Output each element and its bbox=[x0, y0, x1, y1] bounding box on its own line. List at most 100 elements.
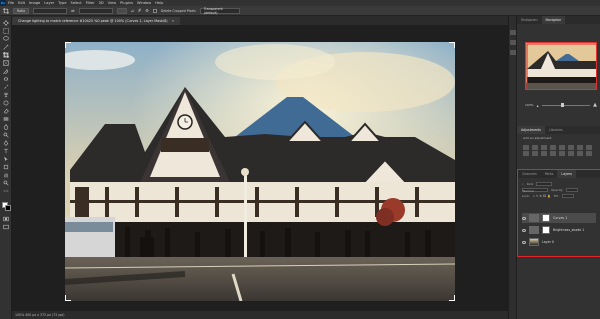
zoom-slider-knob[interactable] bbox=[561, 103, 564, 107]
lasso-tool-icon[interactable] bbox=[3, 36, 9, 42]
station-photo bbox=[65, 42, 455, 301]
move-tool-icon[interactable] bbox=[3, 20, 9, 26]
blend-mode-select[interactable]: Normal bbox=[522, 187, 548, 193]
healing-brush-tool-icon[interactable] bbox=[3, 76, 9, 82]
ratio-height-input[interactable] bbox=[78, 7, 113, 14]
type-tool-icon[interactable] bbox=[3, 148, 9, 154]
color-balance-icon[interactable] bbox=[577, 145, 583, 150]
crop-handle-top-right[interactable] bbox=[449, 42, 455, 48]
layers-panel-tabs: Channels Paths Layers bbox=[518, 170, 600, 178]
layer-row[interactable]: Brightness_shade 1 bbox=[522, 225, 596, 235]
hue-saturation-icon[interactable] bbox=[568, 145, 574, 150]
brightness-contrast-icon[interactable] bbox=[523, 145, 529, 150]
layer-name[interactable]: Curves 1 bbox=[553, 216, 567, 220]
tab-channels[interactable]: Channels bbox=[518, 170, 541, 178]
visibility-eye-icon[interactable] bbox=[522, 216, 526, 220]
rectangle-tool-icon[interactable] bbox=[3, 164, 9, 170]
overlay-grid-icon[interactable]: # bbox=[138, 8, 141, 13]
ratio-select[interactable]: Ratio bbox=[13, 7, 30, 14]
vibrance-icon[interactable] bbox=[559, 145, 565, 150]
screen-mode-icon[interactable] bbox=[3, 224, 9, 230]
blur-tool-icon[interactable] bbox=[3, 124, 9, 130]
quick-mask-icon[interactable] bbox=[3, 216, 9, 222]
tab-histogram[interactable]: Histogram bbox=[517, 16, 542, 24]
adjustment-icons-grid bbox=[517, 142, 600, 159]
lock-label: Lock: bbox=[522, 193, 530, 198]
adjustments-panel: Adjustments Libraries Add an adjustment bbox=[517, 126, 600, 166]
marquee-tool-icon[interactable] bbox=[3, 28, 9, 34]
tab-libraries[interactable]: Libraries bbox=[545, 126, 567, 134]
crop-tool-icon-active[interactable] bbox=[3, 52, 9, 58]
navigator-thumbnail[interactable] bbox=[525, 42, 597, 90]
swap-icon[interactable]: ⇄ bbox=[71, 8, 74, 13]
dodge-tool-icon[interactable] bbox=[3, 132, 9, 138]
lock-icons[interactable]: ▫ ✎ ✥ ⌧ 🔒 bbox=[533, 194, 551, 198]
black-white-icon[interactable] bbox=[586, 145, 592, 150]
options-bar: Ratio ⇄ ⊿ # ⚙ Delete Cropped Pixels Tran… bbox=[0, 6, 600, 16]
layer-row[interactable]: Layer 0 bbox=[522, 237, 596, 247]
crop-handle-top-left[interactable] bbox=[65, 42, 71, 48]
photo-filter-icon[interactable] bbox=[523, 151, 529, 156]
filter-kind-select[interactable] bbox=[536, 181, 553, 186]
history-brush-tool-icon[interactable] bbox=[3, 100, 9, 106]
document-image[interactable] bbox=[65, 42, 455, 301]
clear-button[interactable] bbox=[116, 7, 127, 14]
color-lookup-icon[interactable] bbox=[541, 151, 547, 156]
tab-layers[interactable]: Layers bbox=[557, 170, 576, 178]
levels-icon[interactable] bbox=[532, 145, 538, 150]
layer-mask-thumbnail[interactable] bbox=[542, 214, 550, 222]
opacity-input[interactable] bbox=[566, 187, 579, 192]
fill-input[interactable] bbox=[561, 193, 574, 198]
clone-stamp-tool-icon[interactable] bbox=[3, 92, 9, 98]
filter-kind-label[interactable]: Kind bbox=[527, 182, 534, 186]
visibility-eye-icon[interactable] bbox=[522, 240, 526, 244]
navigator-zoom-value[interactable]: 100% bbox=[525, 103, 534, 107]
lock-row: Lock: ▫ ✎ ✥ ⌧ 🔒 Fill: bbox=[522, 193, 574, 198]
channel-mixer-icon[interactable] bbox=[532, 151, 538, 156]
frame-tool-icon[interactable] bbox=[3, 60, 9, 66]
tab-adjustments[interactable]: Adjustments bbox=[517, 126, 545, 134]
layer-mask-thumbnail[interactable] bbox=[542, 226, 550, 234]
zoom-out-icon[interactable]: ▴ bbox=[537, 103, 539, 108]
layer-name[interactable]: Layer 0 bbox=[542, 240, 554, 244]
crop-tool-icon[interactable] bbox=[3, 7, 9, 14]
document-tab[interactable]: Change lighting to match reference #1042… bbox=[12, 17, 181, 25]
gradient-map-icon[interactable] bbox=[577, 151, 583, 156]
more-tools-icon[interactable] bbox=[3, 188, 9, 194]
posterize-icon[interactable] bbox=[559, 151, 565, 156]
zoom-tool-icon[interactable] bbox=[3, 180, 9, 186]
gradient-tool-icon[interactable] bbox=[3, 116, 9, 122]
delete-cropped-checkbox[interactable] bbox=[152, 8, 157, 13]
tab-navigator[interactable]: Navigator bbox=[541, 16, 566, 24]
path-selection-tool-icon[interactable] bbox=[3, 156, 9, 162]
brush-tool-icon[interactable] bbox=[3, 84, 9, 90]
invert-icon[interactable] bbox=[550, 151, 556, 156]
eyedropper-tool-icon[interactable] bbox=[3, 68, 9, 76]
zoom-slider[interactable] bbox=[541, 103, 591, 107]
zoom-in-icon[interactable]: ▲ bbox=[593, 102, 597, 108]
straighten-icon[interactable]: ⊿ bbox=[131, 8, 134, 13]
layer-row[interactable]: Curves 1 bbox=[522, 213, 596, 223]
fill-select[interactable]: Transparent (default) bbox=[199, 7, 240, 15]
crop-handle-bottom-right[interactable] bbox=[449, 295, 455, 301]
selective-color-icon[interactable] bbox=[586, 151, 592, 156]
exposure-icon[interactable] bbox=[550, 145, 556, 150]
visibility-eye-icon[interactable] bbox=[522, 228, 526, 232]
close-tab-icon[interactable]: × bbox=[172, 19, 175, 23]
canvas-area[interactable] bbox=[12, 25, 516, 311]
pen-tool-icon[interactable] bbox=[3, 140, 9, 146]
tab-paths[interactable]: Paths bbox=[541, 170, 558, 178]
eraser-tool-icon[interactable] bbox=[3, 108, 9, 114]
ratio-width-input[interactable] bbox=[33, 7, 68, 14]
threshold-icon[interactable] bbox=[568, 151, 574, 156]
hand-tool-icon[interactable] bbox=[3, 172, 9, 178]
background-color-swatch[interactable] bbox=[5, 205, 11, 211]
status-text: 100% 400 px x 372 px (72 ppi) bbox=[15, 313, 65, 317]
settings-gear-icon[interactable]: ⚙ bbox=[145, 8, 149, 13]
magic-wand-tool-icon[interactable] bbox=[3, 44, 9, 50]
filter-search-icon[interactable]: ⌕ bbox=[522, 182, 524, 186]
layer-name[interactable]: Brightness_shade 1 bbox=[553, 228, 584, 232]
curves-icon[interactable] bbox=[541, 145, 547, 150]
fill-label: Fill: bbox=[553, 193, 559, 198]
crop-handle-bottom-left[interactable] bbox=[65, 295, 71, 301]
